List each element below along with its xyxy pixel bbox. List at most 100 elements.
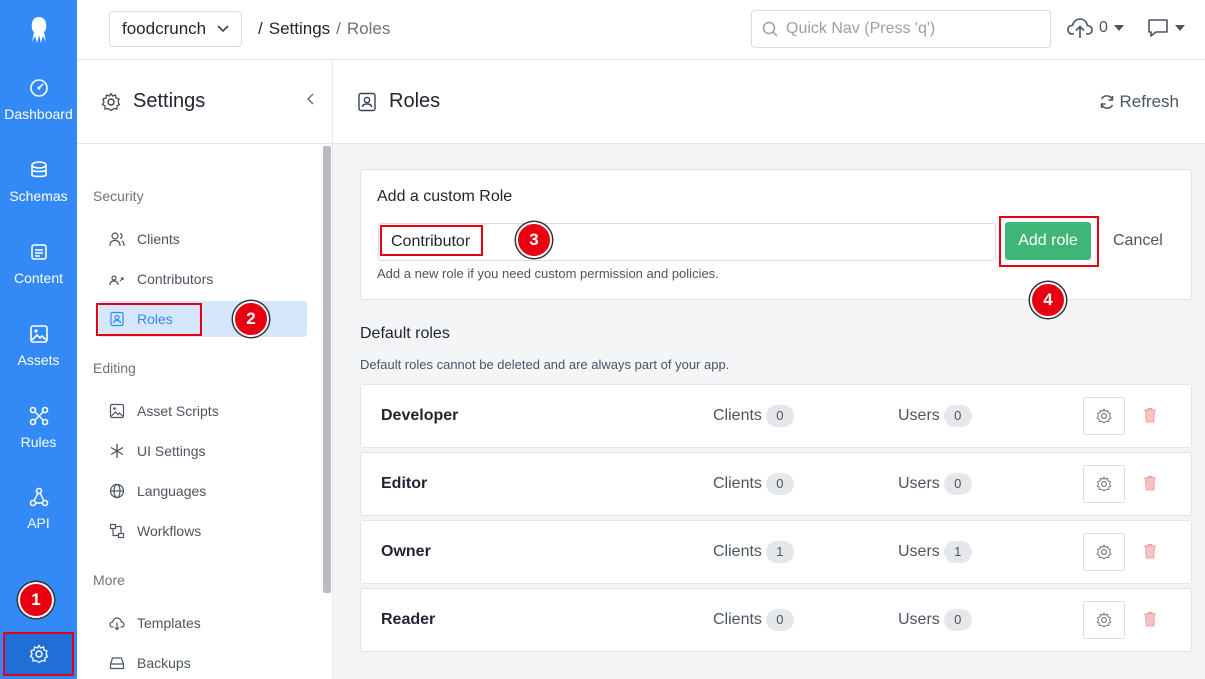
main-header: Roles Refresh xyxy=(333,60,1205,144)
rail-item-content[interactable]: Content xyxy=(0,234,77,294)
sidebar-item-ui-settings[interactable]: UI Settings xyxy=(99,433,307,469)
rail-item-settings[interactable] xyxy=(3,632,74,676)
database-icon xyxy=(30,161,47,178)
squid-logo-icon xyxy=(31,17,46,43)
users-count-badge: 0 xyxy=(943,609,972,631)
role-users-stat: Users 0 xyxy=(898,473,972,495)
sidebar-item-backups[interactable]: Backups xyxy=(99,645,307,679)
role-users-stat: Users 1 xyxy=(898,541,972,563)
hard-drive-icon xyxy=(109,657,125,670)
rail-label: Dashboard xyxy=(4,106,73,122)
add-role-card: Add a custom Role Add a new role if you … xyxy=(360,169,1192,300)
gear-icon xyxy=(101,91,121,111)
role-name: Owner xyxy=(381,543,431,560)
clients-count-badge: 0 xyxy=(765,473,794,495)
role-clients-stat: Clients 0 xyxy=(713,609,794,631)
delete-role-button[interactable] xyxy=(1141,405,1159,425)
clients-label: Clients xyxy=(713,543,762,560)
workflow-icon xyxy=(109,523,125,539)
caret-down-icon xyxy=(1175,25,1185,31)
sidebar-scrollbar[interactable] xyxy=(323,146,331,593)
role-name: Editor xyxy=(381,475,428,492)
cloud-upload-icon xyxy=(1067,18,1093,38)
section-title-editing: Editing xyxy=(93,360,136,376)
clients-label: Clients xyxy=(713,611,762,628)
sidebar-item-label: Asset Scripts xyxy=(137,403,219,419)
refresh-button[interactable]: Refresh xyxy=(1099,92,1179,112)
step-marker-2: 2 xyxy=(233,301,269,337)
rail-label: Assets xyxy=(17,352,60,368)
cloud-download-icon xyxy=(109,617,125,631)
delete-role-button[interactable] xyxy=(1141,609,1159,629)
role-row-owner: Owner Clients 1 Users 1 xyxy=(360,520,1192,584)
cancel-button[interactable]: Cancel xyxy=(1113,232,1163,250)
sidebar-item-contributors[interactable]: Contributors xyxy=(99,261,307,297)
breadcrumb-separator: / xyxy=(336,19,341,38)
step-marker-3: 3 xyxy=(516,222,552,258)
rail-item-api[interactable]: API xyxy=(0,479,77,539)
image-icon xyxy=(109,403,125,419)
role-settings-button[interactable] xyxy=(1083,533,1125,571)
add-role-hint: Add a new role if you need custom permis… xyxy=(377,266,719,281)
rail-item-rules[interactable]: Rules xyxy=(0,398,77,458)
sidebar-item-label: Templates xyxy=(137,615,201,631)
sidebar-header: Settings xyxy=(77,60,332,144)
users-label: Users xyxy=(898,475,940,492)
app-logo[interactable] xyxy=(0,0,77,60)
breadcrumb-settings[interactable]: Settings xyxy=(269,19,330,39)
caret-down-icon xyxy=(1113,25,1124,31)
sidebar-title: Settings xyxy=(133,90,206,112)
role-settings-button[interactable] xyxy=(1083,465,1125,503)
rail-label: Rules xyxy=(20,434,57,450)
default-roles-title: Default roles xyxy=(360,325,450,342)
uploads-count: 0 xyxy=(1099,19,1108,36)
delete-role-button[interactable] xyxy=(1141,541,1159,561)
role-row-developer: Developer Clients 0 Users 0 xyxy=(360,384,1192,448)
add-role-button[interactable]: Add role xyxy=(1005,222,1091,260)
role-name: Reader xyxy=(381,611,436,628)
breadcrumb-current: Roles xyxy=(346,19,391,38)
sidebar-item-clients[interactable]: Clients xyxy=(99,221,307,257)
sidebar-item-label: Contributors xyxy=(137,271,214,287)
users-count-badge: 0 xyxy=(943,405,972,427)
content-icon xyxy=(30,244,47,260)
clients-label: Clients xyxy=(713,407,762,424)
app-selector[interactable]: foodcrunch xyxy=(109,11,242,47)
delete-role-button[interactable] xyxy=(1141,473,1159,493)
quick-nav-input[interactable] xyxy=(786,20,1046,38)
rail-item-schemas[interactable]: Schemas xyxy=(0,152,77,212)
sidebar-item-label: UI Settings xyxy=(137,443,206,459)
dashboard-icon xyxy=(29,79,48,97)
main-navigation-rail: Dashboard Schemas Content Assets Rules A… xyxy=(0,0,77,679)
uploads-button[interactable]: 0 xyxy=(1067,17,1124,39)
breadcrumb: / Settings / Roles xyxy=(258,19,390,39)
role-settings-button[interactable] xyxy=(1083,601,1125,639)
quick-nav[interactable] xyxy=(751,10,1051,48)
sidebar-item-asset-scripts[interactable]: Asset Scripts xyxy=(99,393,307,429)
id-badge-icon xyxy=(358,92,376,111)
comments-button[interactable] xyxy=(1147,17,1185,39)
step-marker-1: 1 xyxy=(18,582,54,618)
comment-icon xyxy=(1148,19,1168,37)
gear-icon xyxy=(29,644,48,664)
asterisk-icon xyxy=(110,444,124,458)
role-row-reader: Reader Clients 0 Users 0 xyxy=(360,588,1192,652)
default-roles-hint: Default roles cannot be deleted and are … xyxy=(360,357,730,372)
chevron-down-icon xyxy=(217,25,229,33)
refresh-icon xyxy=(1101,95,1114,109)
chevron-left-icon[interactable] xyxy=(306,93,314,105)
rail-item-dashboard[interactable]: Dashboard xyxy=(0,70,77,130)
settings-sidebar: Settings Security Clients Contributors R… xyxy=(77,60,333,679)
sidebar-item-label: Backups xyxy=(137,655,191,671)
role-settings-button[interactable] xyxy=(1083,397,1125,435)
gear-icon xyxy=(1096,408,1112,424)
sidebar-item-languages[interactable]: Languages xyxy=(99,473,307,509)
rail-label: Schemas xyxy=(9,188,68,204)
roles-highlight-box xyxy=(96,303,202,336)
sidebar-item-templates[interactable]: Templates xyxy=(99,605,307,641)
gear-icon xyxy=(1096,612,1112,628)
rail-item-assets[interactable]: Assets xyxy=(0,316,77,376)
role-name-input[interactable] xyxy=(378,223,996,261)
sidebar-item-workflows[interactable]: Workflows xyxy=(99,513,307,549)
gear-icon xyxy=(1096,544,1112,560)
